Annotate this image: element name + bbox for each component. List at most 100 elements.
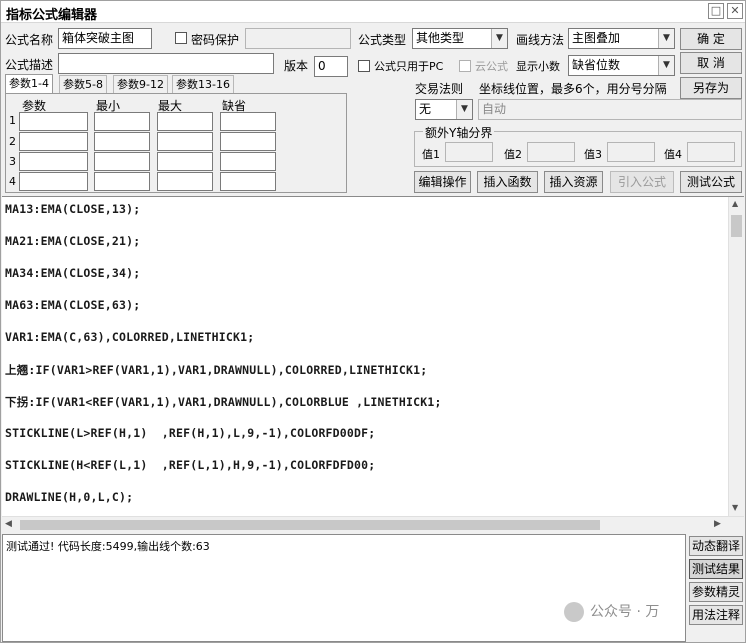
decimals-select[interactable]: 缺省位数 ▼ bbox=[568, 55, 675, 76]
param-min-field[interactable] bbox=[94, 172, 150, 191]
param-default-field[interactable] bbox=[220, 132, 276, 151]
tab-params-13-16[interactable]: 参数13-16 bbox=[172, 75, 234, 94]
param-wizard-button[interactable]: 参数精灵 bbox=[689, 582, 743, 602]
coord-field: 自动 bbox=[478, 99, 742, 120]
code-line: STICKLINE(H<REF(L,1) ,REF(L,1),H,9,-1),C… bbox=[5, 458, 376, 472]
horizontal-scroll-thumb[interactable] bbox=[20, 520, 600, 530]
param-default-field[interactable] bbox=[220, 172, 276, 191]
yaxis-v3-field bbox=[607, 142, 655, 162]
password-label: 密码保护 bbox=[191, 33, 240, 47]
insert-resource-button[interactable]: 插入资源 bbox=[544, 171, 603, 193]
scroll-up-icon[interactable]: ▲ bbox=[732, 199, 738, 208]
insert-function-button[interactable]: 插入函数 bbox=[477, 171, 538, 193]
param-default-field[interactable] bbox=[220, 152, 276, 171]
param-min-field[interactable] bbox=[94, 152, 150, 171]
pc-only-label: 公式只用于PC bbox=[374, 60, 444, 73]
param-name-field[interactable] bbox=[19, 172, 88, 191]
wechat-icon bbox=[564, 602, 584, 622]
draw-label: 画线方法 bbox=[516, 33, 565, 47]
chevron-down-icon: ▼ bbox=[456, 100, 472, 119]
param-name-field[interactable] bbox=[19, 112, 88, 131]
chevron-down-icon: ▼ bbox=[491, 29, 507, 48]
param-panel: 参数 最小 最大 缺省 1 2 3 4 bbox=[5, 93, 347, 193]
code-line: VAR1:EMA(C,63),COLORRED,LINETHICK1; bbox=[5, 330, 255, 344]
decimals-label: 显示小数 bbox=[516, 60, 560, 73]
chevron-down-icon: ▼ bbox=[658, 29, 674, 48]
vertical-scroll-thumb[interactable] bbox=[731, 215, 742, 237]
output-text: 测试通过! 代码长度:5499,输出线个数:63 bbox=[6, 540, 210, 553]
horizontal-scrollbar[interactable]: ◀ ▶ bbox=[2, 516, 744, 533]
type-select[interactable]: 其他类型 ▼ bbox=[412, 28, 508, 49]
watermark: 公众号 · 万 bbox=[564, 601, 659, 622]
code-editor[interactable]: MA13:EMA(CLOSE,13); MA21:EMA(CLOSE,21); … bbox=[2, 196, 744, 533]
cloud-label: 云公式 bbox=[475, 60, 508, 73]
code-line: STICKLINE(L>REF(H,1) ,REF(H,1),L,9,-1),C… bbox=[5, 426, 376, 440]
maximize-icon[interactable]: □ bbox=[708, 3, 724, 19]
window-title: 指标公式编辑器 bbox=[6, 8, 98, 23]
watermark-text: 公众号 · 万 bbox=[590, 604, 660, 620]
scroll-down-icon[interactable]: ▼ bbox=[732, 503, 738, 512]
param-min-field[interactable] bbox=[94, 132, 150, 151]
edit-ops-button[interactable]: 编辑操作 bbox=[414, 171, 471, 193]
password-field bbox=[245, 28, 351, 49]
param-name-field[interactable] bbox=[19, 132, 88, 151]
yaxis-v4-label: 值4 bbox=[664, 148, 682, 161]
param-row-number: 3 bbox=[9, 155, 16, 168]
cancel-button[interactable]: 取 消 bbox=[680, 52, 742, 74]
usage-notes-button[interactable]: 用法注释 bbox=[689, 605, 743, 625]
type-value: 其他类型 bbox=[416, 31, 465, 45]
trade-label: 交易法则 bbox=[415, 82, 464, 96]
tab-params-1-4[interactable]: 参数1-4 bbox=[5, 74, 53, 94]
yaxis-group: 额外Y轴分界 值1 值2 值3 值4 bbox=[414, 124, 742, 167]
cloud-checkbox bbox=[459, 60, 471, 72]
code-line: MA21:EMA(CLOSE,21); bbox=[5, 234, 141, 248]
param-default-field[interactable] bbox=[220, 112, 276, 131]
draw-value: 主图叠加 bbox=[572, 31, 621, 45]
version-label: 版本 bbox=[284, 59, 309, 73]
param-max-field[interactable] bbox=[157, 172, 213, 191]
tab-params-5-8[interactable]: 参数5-8 bbox=[59, 75, 107, 94]
test-formula-button[interactable]: 测试公式 bbox=[680, 171, 742, 193]
param-name-field[interactable] bbox=[19, 152, 88, 171]
chevron-down-icon: ▼ bbox=[658, 56, 674, 75]
test-result-button[interactable]: 测试结果 bbox=[689, 559, 743, 579]
code-line: MA63:EMA(CLOSE,63); bbox=[5, 298, 141, 312]
trade-value: 无 bbox=[419, 102, 432, 116]
password-checkbox[interactable] bbox=[175, 32, 187, 44]
yaxis-title: 额外Y轴分界 bbox=[423, 124, 495, 141]
param-max-field[interactable] bbox=[157, 132, 213, 151]
version-field[interactable]: 0 bbox=[314, 56, 348, 77]
ok-button[interactable]: 确 定 bbox=[680, 28, 742, 50]
yaxis-v2-field bbox=[527, 142, 575, 162]
decimals-value: 缺省位数 bbox=[572, 58, 621, 72]
param-row-number: 1 bbox=[9, 114, 16, 127]
param-row-number: 2 bbox=[9, 135, 16, 148]
draw-select[interactable]: 主图叠加 ▼ bbox=[568, 28, 675, 49]
coord-label: 坐标线位置，最多6个，用分号分隔 bbox=[479, 82, 667, 96]
name-field[interactable]: 箱体突破主图 bbox=[58, 28, 152, 49]
name-label: 公式名称 bbox=[5, 33, 54, 47]
tab-params-9-12[interactable]: 参数9-12 bbox=[113, 75, 168, 94]
code-line: 上翘:IF(VAR1>REF(VAR1,1),VAR1,DRAWNULL),CO… bbox=[5, 363, 428, 377]
desc-field[interactable] bbox=[58, 53, 274, 74]
save-as-button[interactable]: 另存为 bbox=[680, 77, 742, 99]
formula-editor-window: 指标公式编辑器 □ ✕ 公式名称 箱体突破主图 密码保护 公式类型 其他类型 ▼… bbox=[0, 0, 746, 643]
param-max-field[interactable] bbox=[157, 112, 213, 131]
close-icon[interactable]: ✕ bbox=[727, 3, 743, 19]
dynamic-translate-button[interactable]: 动态翻译 bbox=[689, 536, 743, 556]
output-panel: 测试通过! 代码长度:5499,输出线个数:63 bbox=[2, 534, 686, 642]
yaxis-v2-label: 值2 bbox=[504, 148, 522, 161]
scroll-right-icon[interactable]: ▶ bbox=[714, 519, 721, 529]
yaxis-v4-field bbox=[687, 142, 735, 162]
vertical-scrollbar[interactable]: ▲ ▼ bbox=[728, 197, 744, 517]
trade-select[interactable]: 无 ▼ bbox=[415, 99, 473, 120]
scroll-left-icon[interactable]: ◀ bbox=[5, 519, 12, 529]
pc-only-checkbox[interactable] bbox=[358, 60, 370, 72]
desc-label: 公式描述 bbox=[5, 58, 54, 72]
import-formula-button: 引入公式 bbox=[610, 171, 674, 193]
param-max-field[interactable] bbox=[157, 152, 213, 171]
code-line: MA13:EMA(CLOSE,13); bbox=[5, 202, 141, 216]
param-min-field[interactable] bbox=[94, 112, 150, 131]
code-line: 下拐:IF(VAR1<REF(VAR1,1),VAR1,DRAWNULL),CO… bbox=[5, 395, 442, 409]
yaxis-v1-field bbox=[445, 142, 493, 162]
